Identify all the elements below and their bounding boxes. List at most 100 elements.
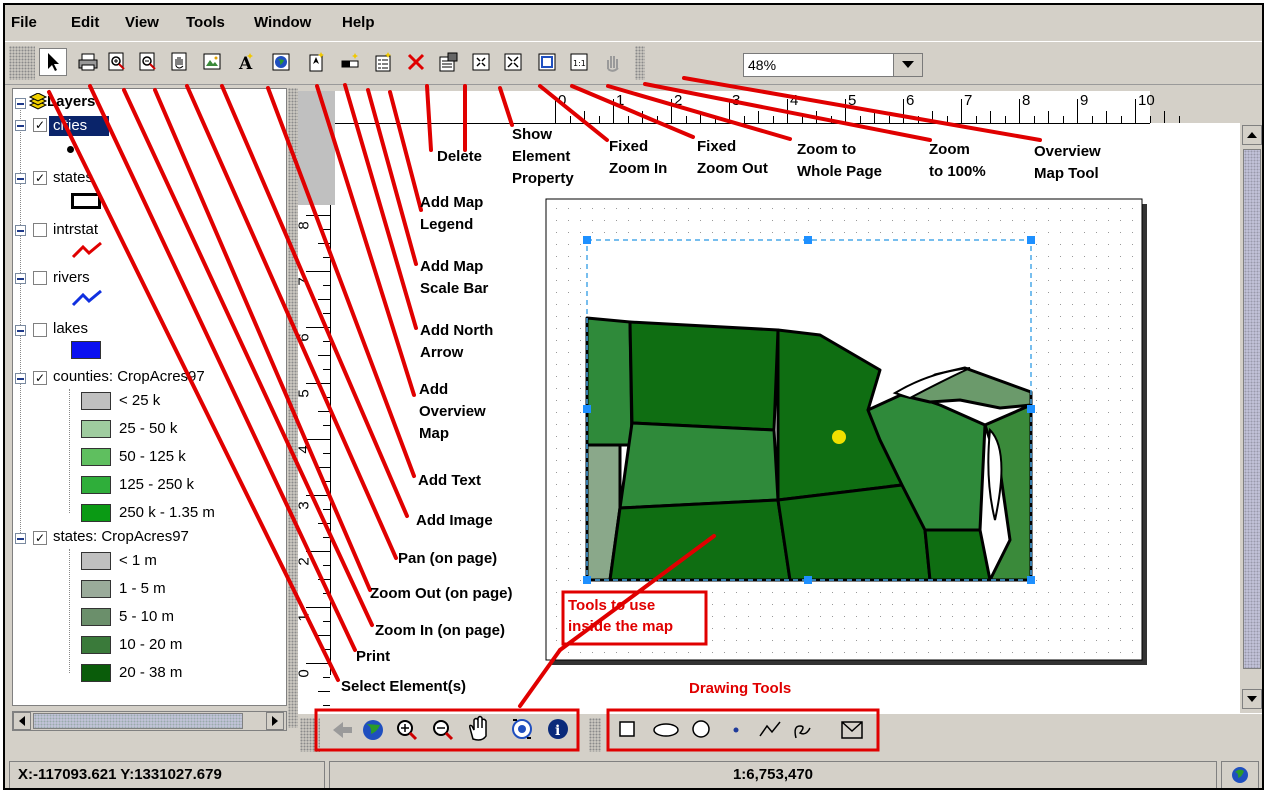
- layer-intrstat-label[interactable]: intrstat: [53, 221, 98, 238]
- layer-states-checkbox[interactable]: ✓: [33, 171, 47, 185]
- layer-lakes-label[interactable]: lakes: [53, 320, 88, 337]
- chevron-left-icon: [19, 716, 25, 726]
- toolbar-grip-2[interactable]: [635, 46, 645, 80]
- select-arrow-button[interactable]: [39, 48, 67, 76]
- canvas-scroll-thumb[interactable]: [1243, 149, 1261, 669]
- overview-map-tool-button[interactable]: [601, 50, 625, 74]
- layer-cities-label[interactable]: cities: [53, 117, 87, 134]
- layer-rivers-collapse[interactable]: [15, 273, 26, 284]
- zoom-out-page-button[interactable]: [136, 50, 160, 74]
- zoom-in-page-button[interactable]: [105, 50, 129, 74]
- bottom-toolbar-grip[interactable]: [300, 718, 320, 752]
- layer-states-crop-checkbox[interactable]: ✓: [33, 531, 47, 545]
- add-north-arrow-button[interactable]: [304, 50, 328, 74]
- ruler-major-tick: [787, 99, 788, 123]
- main-frame: File Edit View Tools Window Help A 1:1 4…: [3, 3, 1264, 790]
- layer-lakes-checkbox[interactable]: [33, 323, 47, 337]
- states-legend-label: 5 - 10 m: [119, 608, 175, 625]
- layers-collapse-toggle[interactable]: [15, 98, 26, 109]
- toolbar-grip[interactable]: [9, 46, 35, 80]
- ruler-minor-tick: [1062, 116, 1064, 123]
- states-legend-swatch: [81, 636, 111, 654]
- print-button[interactable]: [76, 50, 100, 74]
- add-overview-map-button[interactable]: [269, 50, 293, 74]
- add-text-button[interactable]: A: [234, 50, 258, 74]
- layer-counties-collapse[interactable]: [15, 373, 26, 384]
- add-scale-bar-icon: [341, 53, 359, 68]
- layer-counties-checkbox[interactable]: ✓: [33, 371, 47, 385]
- counties-legend-swatch: [81, 504, 111, 522]
- pan-page-button[interactable]: [168, 50, 192, 74]
- layer-cities-checkbox[interactable]: ✓: [33, 118, 47, 132]
- ruler-minor-tick: [816, 111, 817, 123]
- ruler-label: 2: [674, 92, 683, 109]
- zoom-100-icon: 1:1: [570, 53, 588, 71]
- ruler-minor-tick: [656, 116, 658, 123]
- ruler-label: 0: [295, 669, 313, 678]
- menu-help[interactable]: Help: [342, 14, 375, 31]
- layer-states-crop-label[interactable]: states: CropAcres97: [53, 528, 189, 545]
- show-element-property-button[interactable]: [436, 50, 460, 74]
- layer-rivers-checkbox[interactable]: [33, 271, 47, 285]
- ruler-major-tick: [1077, 99, 1078, 123]
- ruler-minor-tick: [323, 313, 330, 314]
- fixed-zoom-out-button[interactable]: [501, 50, 525, 74]
- counties-legend-swatch: [81, 392, 111, 410]
- zoom-100-button[interactable]: 1:1: [567, 50, 591, 74]
- ruler-minor-tick: [323, 257, 330, 258]
- layer-lakes-collapse[interactable]: [15, 325, 26, 336]
- bottom-toolbar-grip-2[interactable]: [589, 718, 601, 752]
- add-image-button[interactable]: [200, 50, 224, 74]
- menu-file[interactable]: File: [11, 14, 37, 31]
- layer-rivers-label[interactable]: rivers: [53, 269, 90, 286]
- add-legend-icon: [375, 52, 391, 72]
- label-overview-map-tool: Overview Map Tool: [1034, 143, 1101, 182]
- print-icon: [78, 53, 98, 71]
- scroll-right-button[interactable]: [266, 712, 284, 730]
- ruler-minor-tick: [323, 453, 330, 454]
- ruler-minor-tick: [323, 537, 330, 538]
- panel-splitter[interactable]: [288, 88, 298, 728]
- ruler-minor-tick: [318, 635, 330, 636]
- ruler-minor-tick: [1048, 111, 1049, 123]
- delete-button[interactable]: [404, 50, 428, 74]
- scroll-left-button[interactable]: [13, 712, 31, 730]
- scroll-down-button[interactable]: [1242, 689, 1262, 709]
- layer-intrstat-checkbox[interactable]: [33, 223, 47, 237]
- layer-cities-collapse[interactable]: [15, 120, 26, 131]
- zoom-level-value: 48%: [748, 57, 777, 73]
- menu-tools[interactable]: Tools: [186, 14, 225, 31]
- layer-states-label[interactable]: states: [53, 169, 93, 186]
- layer-states-collapse[interactable]: [15, 173, 26, 184]
- ruler-label: 9: [1080, 92, 1089, 109]
- ruler-major-tick: [306, 551, 330, 552]
- ruler-minor-tick: [990, 111, 991, 123]
- menu-window[interactable]: Window: [254, 14, 311, 31]
- zoom-whole-page-button[interactable]: [535, 50, 559, 74]
- ruler-label: 10: [1138, 92, 1155, 109]
- layers-horizontal-scrollbar[interactable]: [12, 711, 287, 731]
- ruler-minor-tick: [642, 111, 643, 123]
- menu-view[interactable]: View: [125, 14, 159, 31]
- ruler-minor-tick: [318, 355, 330, 356]
- layer-intrstat-collapse[interactable]: [15, 225, 26, 236]
- layer-states-crop-collapse[interactable]: [15, 533, 26, 544]
- status-bar: X:-117093.621 Y:1331027.679 1:6,753,470: [5, 757, 1262, 788]
- ruler-minor-tick: [323, 565, 330, 566]
- ruler-minor-tick: [318, 691, 330, 692]
- scroll-thumb[interactable]: [33, 713, 243, 729]
- label-zoom-100: Zoom to 100%: [929, 141, 986, 180]
- svg-text:1:1: 1:1: [573, 59, 586, 68]
- menu-edit[interactable]: Edit: [71, 14, 99, 31]
- layer-counties-label[interactable]: counties: CropAcres97: [53, 368, 205, 385]
- fixed-zoom-in-button[interactable]: [469, 50, 493, 74]
- layers-panel: Layers ✓ cities ✓ states intrstat rivers…: [12, 88, 287, 706]
- canvas-vertical-scrollbar[interactable]: [1241, 123, 1262, 713]
- zoom-level-combo[interactable]: 48%: [743, 53, 923, 77]
- zoom-dropdown-button[interactable]: [893, 54, 922, 76]
- add-legend-button[interactable]: [371, 50, 395, 74]
- ruler-minor-tick: [888, 116, 890, 123]
- ruler-label: 1: [616, 92, 625, 109]
- add-scale-bar-button[interactable]: [338, 50, 362, 74]
- scroll-up-button[interactable]: [1242, 125, 1262, 145]
